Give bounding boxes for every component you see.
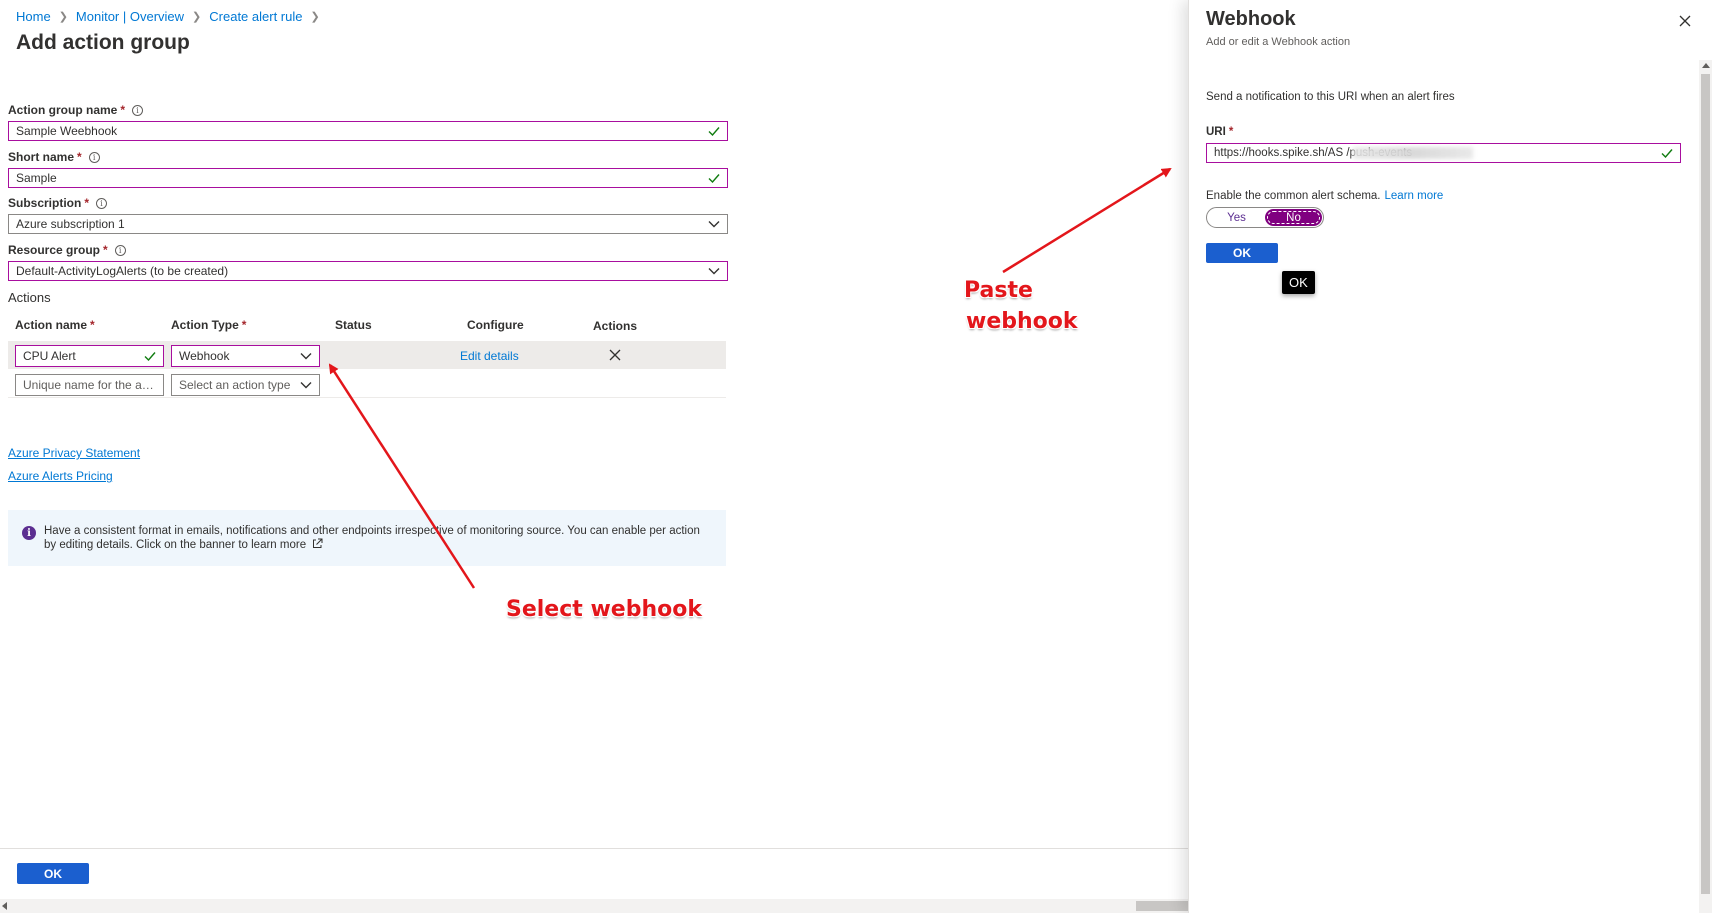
required-marker: *: [103, 243, 108, 257]
required-marker: *: [84, 196, 90, 210]
chevron-down-icon: [300, 382, 312, 389]
learn-more-link[interactable]: Learn more: [1385, 190, 1444, 202]
scroll-left-icon[interactable]: [2, 902, 7, 910]
info-icon[interactable]: i: [96, 197, 108, 209]
breadcrumb-create-alert-rule[interactable]: Create alert rule: [209, 9, 302, 24]
checkmark-icon: [1661, 149, 1673, 158]
required-marker: *: [241, 318, 247, 332]
info-banner[interactable]: i Have a consistent format in emails, no…: [8, 510, 726, 566]
action-group-name-label: Action group name * i: [8, 103, 144, 117]
label-text: Subscription: [8, 196, 82, 210]
horizontal-scrollbar[interactable]: [0, 899, 1188, 913]
external-link-icon: [313, 538, 323, 548]
table-divider: [8, 397, 726, 398]
edit-details-link[interactable]: Edit details: [460, 349, 519, 363]
label-text: Short name: [8, 150, 75, 164]
annotation-paste-line1: Paste: [964, 278, 1033, 303]
column-header-configure: Configure: [467, 318, 524, 332]
arrow-to-uri-input: [1002, 167, 1172, 274]
new-action-name-input[interactable]: Unique name for the ac...: [15, 374, 164, 396]
dropdown-value: Webhook: [179, 349, 230, 363]
banner-text: Have a consistent format in emails, noti…: [44, 525, 700, 551]
label-text: Action group name: [8, 103, 118, 117]
header-text: Action name: [15, 318, 88, 332]
redaction-blur: [1353, 147, 1473, 159]
required-marker: *: [120, 103, 126, 117]
uri-label: URI *: [1206, 126, 1233, 138]
scroll-up-icon[interactable]: [1702, 63, 1710, 68]
resource-group-dropdown[interactable]: Default-ActivityLogAlerts (to be created…: [8, 261, 728, 281]
vertical-scrollbar[interactable]: [1699, 60, 1712, 913]
required-marker: *: [90, 318, 95, 332]
info-icon[interactable]: i: [114, 244, 126, 256]
info-icon: i: [22, 526, 36, 540]
header-text: Action Type: [171, 318, 239, 332]
label-text: URI: [1206, 126, 1226, 138]
checkmark-icon: [708, 174, 720, 183]
scrollbar-thumb[interactable]: [1136, 901, 1188, 911]
breadcrumb: Home ❯ Monitor | Overview ❯ Create alert…: [16, 9, 328, 24]
chevron-right-icon: ❯: [58, 11, 68, 23]
action-group-name-input[interactable]: Sample Weebhook: [8, 121, 728, 141]
ok-button[interactable]: OK: [17, 863, 89, 884]
panel-subtitle: Add or edit a Webhook action: [1206, 36, 1351, 48]
subscription-dropdown[interactable]: Azure subscription 1: [8, 214, 728, 234]
required-marker: *: [77, 150, 82, 164]
privacy-statement-link[interactable]: Azure Privacy Statement: [8, 446, 140, 460]
required-marker: *: [1228, 126, 1234, 138]
uri-input[interactable]: https://hooks.spike.sh/AS /push-events: [1206, 143, 1681, 163]
footer-divider: [0, 848, 1188, 849]
webhook-panel: Webhook Add or edit a Webhook action Sen…: [1188, 0, 1715, 913]
annotation-select-webhook: Select webhook: [506, 597, 702, 622]
dropdown-value: Azure subscription 1: [16, 217, 125, 231]
chevron-right-icon: ❯: [192, 11, 202, 23]
input-value: Sample Weebhook: [16, 124, 118, 138]
chevron-right-icon: ❯: [310, 11, 320, 23]
action-type-dropdown[interactable]: Webhook: [171, 345, 320, 367]
dropdown-value: Default-ActivityLogAlerts (to be created…: [16, 264, 229, 278]
subscription-label: Subscription * i: [8, 196, 108, 210]
schema-text: Enable the common alert schema.: [1206, 190, 1381, 202]
chevron-down-icon: [708, 221, 720, 228]
input-value: Sample: [16, 171, 57, 185]
info-icon[interactable]: i: [88, 151, 100, 163]
toggle-yes[interactable]: Yes: [1208, 209, 1265, 226]
action-name-input[interactable]: CPU Alert: [15, 345, 164, 367]
delete-icon[interactable]: [608, 348, 622, 362]
label-text: Resource group: [8, 243, 101, 257]
common-schema-toggle[interactable]: Yes No: [1206, 207, 1324, 228]
checkmark-icon: [144, 352, 156, 361]
panel-ok-button[interactable]: OK: [1206, 243, 1278, 263]
input-value: CPU Alert: [23, 349, 76, 363]
scrollbar-thumb[interactable]: [1701, 74, 1710, 894]
short-name-label: Short name * i: [8, 150, 100, 164]
dropdown-placeholder: Select an action type: [179, 378, 291, 392]
breadcrumb-monitor-overview[interactable]: Monitor | Overview: [76, 9, 184, 24]
info-icon[interactable]: i: [132, 104, 144, 116]
column-header-action-type: Action Type *: [171, 318, 246, 332]
breadcrumb-home[interactable]: Home: [16, 9, 51, 24]
column-header-action-name: Action name *: [15, 318, 95, 332]
column-header-status: Status: [335, 318, 372, 332]
actions-section-title: Actions: [8, 290, 51, 305]
panel-description: Send a notification to this URI when an …: [1206, 91, 1455, 103]
chevron-down-icon: [300, 353, 312, 360]
checkmark-icon: [708, 127, 720, 136]
annotation-paste-line2: webhook: [966, 309, 1078, 334]
alerts-pricing-link[interactable]: Azure Alerts Pricing: [8, 469, 113, 483]
ok-tooltip: OK: [1282, 271, 1315, 294]
new-action-type-dropdown[interactable]: Select an action type: [171, 374, 320, 396]
common-schema-label: Enable the common alert schema. Learn mor…: [1206, 190, 1443, 202]
close-icon[interactable]: [1678, 14, 1692, 28]
resource-group-label: Resource group * i: [8, 243, 126, 257]
page-title: Add action group: [16, 31, 190, 54]
chevron-down-icon: [708, 268, 720, 275]
input-placeholder: Unique name for the ac...: [23, 378, 156, 392]
short-name-input[interactable]: Sample: [8, 168, 728, 188]
column-header-actions: Actions: [593, 319, 638, 333]
panel-title: Webhook: [1206, 8, 1296, 30]
toggle-no[interactable]: No: [1265, 209, 1322, 226]
